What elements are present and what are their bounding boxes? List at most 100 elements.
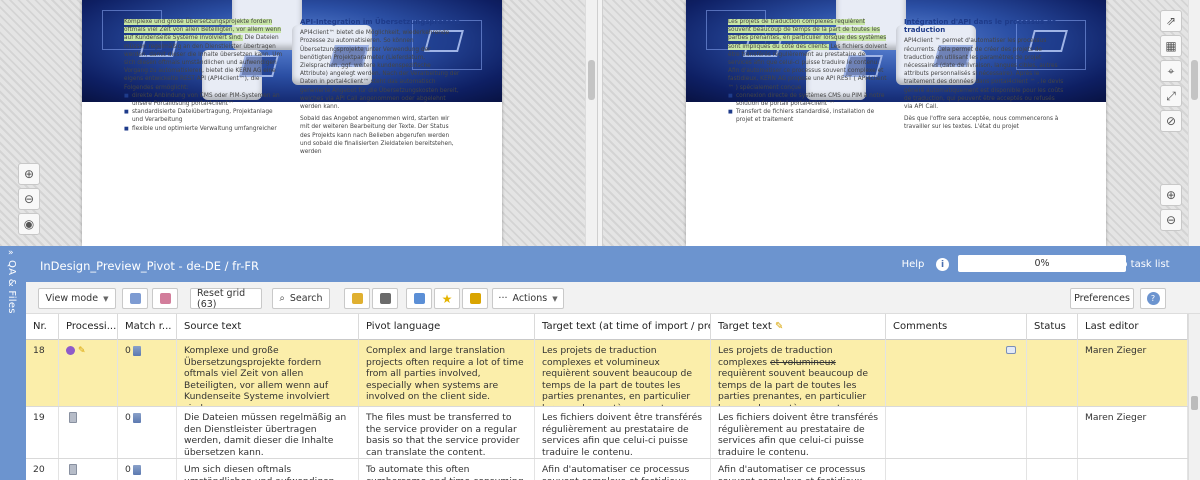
pin-off-icon[interactable]: ⊘ [1160, 110, 1182, 132]
help-button[interactable]: Help [895, 254, 931, 274]
star-icon: ★ [441, 291, 453, 306]
pivot-text-cell: The files must be transferred to the ser… [359, 407, 535, 458]
zoom-out-icon[interactable]: ⊖ [1160, 209, 1182, 231]
table-row[interactable]: 19 0 Die Dateien müssen regelmäßig an de… [26, 407, 1188, 459]
table-row[interactable]: 18 ✎ 0 Komplexe und große Übersetzungspr… [26, 340, 1188, 407]
actions-dropdown[interactable]: ··· Actions ▼ [492, 288, 564, 309]
editor-titlebar: InDesign_Preview_Pivot - de-DE / fr-FR H… [26, 246, 1200, 282]
info-icon[interactable]: i [936, 258, 949, 271]
chevron-right-icon: » [8, 248, 14, 258]
location-pin-icon[interactable]: ⌖ [1160, 60, 1182, 82]
comments-cell[interactable] [886, 340, 1027, 406]
target-side-tools: ⇗ ▦ ⌖ ⤢ ⊘ [1160, 10, 1182, 132]
search-button[interactable]: ⌕ Search [272, 288, 330, 309]
page-title: InDesign_Preview_Pivot - de-DE / fr-FR [40, 259, 259, 273]
qa-files-side-tab[interactable]: » QA & Files [0, 246, 26, 480]
reset-grid-button[interactable]: Reset grid (63) [190, 288, 262, 310]
target-text-cell[interactable]: Les fichiers doivent être transférés rég… [711, 407, 886, 458]
task-list-icon [1072, 259, 1084, 270]
target-preview-pane[interactable]: Les projets de traduction complexes requ… [603, 0, 1200, 246]
export-button[interactable] [406, 288, 432, 309]
caret-down-icon: ▼ [103, 294, 109, 303]
zoom-in-icon[interactable]: ⊕ [1160, 184, 1182, 206]
grid-header: Nr. Processi... Match r... Source text P… [26, 314, 1188, 340]
grid-scrollbar[interactable] [1188, 314, 1200, 480]
view-mode-dropdown[interactable]: View mode ▼ [38, 288, 116, 309]
external-link-icon[interactable]: ⇗ [1160, 10, 1182, 32]
column-header-comments[interactable]: Comments [886, 314, 1027, 340]
status-cell [1027, 340, 1078, 406]
tag-tool-button[interactable] [344, 288, 370, 309]
copy-icon [379, 293, 391, 304]
copy-button[interactable] [372, 288, 398, 309]
fullscreen-icon[interactable]: ⤢ [1160, 85, 1182, 107]
source-preview-pane[interactable]: Komplexe und große Übersetzungsprojekte … [0, 0, 597, 246]
status-cell [1027, 407, 1078, 458]
last-editor-cell [1078, 459, 1188, 480]
locked-segment-icon [69, 464, 77, 475]
comments-cell[interactable] [886, 407, 1027, 458]
comments-cell[interactable] [886, 459, 1027, 480]
question-icon: ? [1146, 292, 1160, 305]
source-column-2: API-Integration im Übersetzungsprozess A… [300, 18, 460, 156]
target-zoom-tools: ⊕ ⊖ [1160, 184, 1182, 231]
comment-icon[interactable] [1006, 346, 1016, 354]
settings-button[interactable]: ? [1140, 288, 1166, 309]
target-text-cell[interactable]: Afin d'automatiser ce processus souvent … [711, 459, 886, 480]
column-header-pivot-language[interactable]: Pivot language [359, 314, 535, 340]
column-header-target-text[interactable]: Target text ✎ [711, 314, 886, 340]
document-icon [132, 345, 141, 356]
next-segment-button[interactable] [152, 288, 178, 309]
back-to-task-list-button[interactable]: Back to task list [1072, 259, 1170, 270]
editor-toolbar: View mode ▼ Reset grid (63) ⌕ Search ★ ···… [26, 282, 1200, 314]
bookmark-button[interactable]: ★ [434, 288, 460, 309]
pivot-text-cell: Complex and large translation projects o… [359, 340, 535, 406]
target-import-cell: Afin d'automatiser ce processus souvent … [535, 459, 711, 480]
pencil-icon: ✎ [78, 346, 86, 356]
source-document-page: Komplexe und große Übersetzungsprojekte … [82, 0, 502, 246]
column-header-nr[interactable]: Nr. [26, 314, 59, 340]
target-column-1: Les projets de traduction complexes requ… [728, 18, 888, 125]
source-text-cell: Komplexe und große Übersetzungsprojekte … [177, 340, 359, 406]
tag-icon [351, 293, 363, 304]
pivot-text-cell: To automate this often cumbersome and ti… [359, 459, 535, 480]
lock-button[interactable] [462, 288, 488, 309]
target-text-cell[interactable]: Les projets de traduction complexes et v… [711, 340, 886, 406]
target-column-2: Intégration d'API dans le processus de t… [904, 18, 1064, 131]
zoom-in-icon[interactable]: ⊕ [18, 163, 40, 185]
zoom-out-icon[interactable]: ⊖ [18, 188, 40, 210]
column-header-processing[interactable]: Processi... [59, 314, 118, 340]
segments-grid: Nr. Processi... Match r... Source text P… [26, 314, 1188, 480]
preferences-button[interactable]: Preferences [1070, 288, 1134, 309]
prev-segment-icon [129, 293, 141, 304]
target-import-cell: Les projets de traduction complexes et v… [535, 340, 711, 406]
segment-editor: InDesign_Preview_Pivot - de-DE / fr-FR H… [26, 246, 1200, 480]
column-header-match-rate[interactable]: Match r... [118, 314, 177, 340]
column-header-last-editor[interactable]: Last editor [1078, 314, 1188, 340]
column-header-target-import[interactable]: Target text (at time of import / pretr..… [535, 314, 711, 340]
last-editor-cell: Maren Zieger [1078, 407, 1188, 458]
target-import-cell: Les fichiers doivent être transférés rég… [535, 407, 711, 458]
search-icon: ⌕ [279, 293, 285, 304]
target-document-page: Les projets de traduction complexes requ… [686, 0, 1106, 246]
next-segment-icon [159, 293, 171, 304]
pencil-icon: ✎ [775, 321, 784, 332]
source-column-1: Komplexe und große Übersetzungsprojekte … [124, 18, 284, 133]
table-row[interactable]: 20 0 Um sich diesen oftmals umständliche… [26, 459, 1188, 480]
preview-area: Komplexe und große Übersetzungsprojekte … [0, 0, 1200, 246]
source-text-cell: Um sich diesen oftmals umständlichen und… [177, 459, 359, 480]
export-icon [413, 293, 425, 304]
lock-icon [469, 293, 481, 304]
prev-segment-button[interactable] [122, 288, 148, 309]
table-icon[interactable]: ▦ [1160, 35, 1182, 57]
more-icon: ··· [498, 293, 508, 304]
document-icon [132, 412, 141, 423]
eye-icon[interactable]: ◉ [18, 213, 40, 235]
document-icon [132, 464, 141, 475]
column-header-source-text[interactable]: Source text [177, 314, 359, 340]
caret-down-icon: ▼ [552, 294, 558, 303]
deleted-text: et volumineux [770, 356, 836, 368]
source-preview-scrollbar[interactable] [585, 0, 597, 246]
target-preview-scrollbar[interactable] [1188, 0, 1200, 246]
column-header-status[interactable]: Status [1027, 314, 1078, 340]
